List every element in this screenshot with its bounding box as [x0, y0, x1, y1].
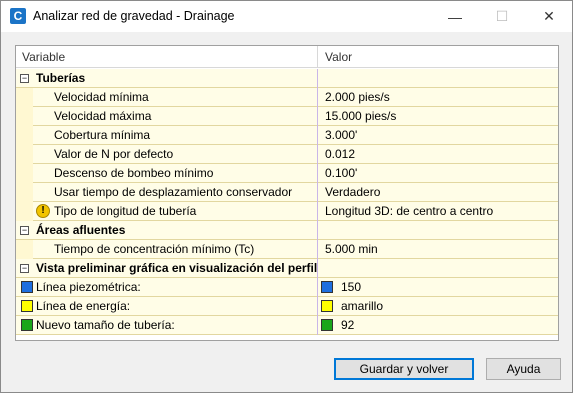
property-value[interactable]: amarillo: [341, 299, 383, 313]
property-value[interactable]: 150: [341, 280, 361, 294]
column-header-variable[interactable]: Variable: [22, 50, 65, 64]
color-property-row[interactable]: Nuevo tamaño de tubería: 92: [16, 316, 558, 335]
property-row[interactable]: Valor de N por defecto 0.012: [16, 145, 558, 164]
property-row[interactable]: Velocidad mínima 2.000 pies/s: [16, 88, 558, 107]
property-grid: Variable Valor − Tuberías Velocidad míni…: [15, 45, 559, 341]
property-value[interactable]: 3.000': [325, 128, 357, 142]
property-label: Valor de N por defecto: [54, 147, 174, 161]
color-swatch: [321, 300, 333, 312]
property-label: Nuevo tamaño de tubería:: [36, 318, 175, 332]
color-property-row[interactable]: Línea piezométrica: 150: [16, 278, 558, 297]
category-label: Vista preliminar gráfica en visualizació…: [36, 261, 318, 275]
color-swatch: [21, 281, 33, 293]
property-label: Tiempo de concentración mínimo (Tc): [54, 242, 255, 256]
property-row[interactable]: Descenso de bombeo mínimo 0.100': [16, 164, 558, 183]
close-button[interactable]: ✕: [526, 1, 572, 32]
property-label: Usar tiempo de desplazamiento conservado…: [54, 185, 293, 199]
property-row[interactable]: Usar tiempo de desplazamiento conservado…: [16, 183, 558, 202]
property-value[interactable]: 2.000 pies/s: [325, 90, 390, 104]
category-label: Tuberías: [36, 71, 86, 85]
property-row[interactable]: Velocidad máxima 15.000 pies/s: [16, 107, 558, 126]
dialog-window: C Analizar red de gravedad - Drainage — …: [0, 0, 573, 393]
color-swatch: [21, 300, 33, 312]
collapse-icon[interactable]: −: [20, 74, 29, 83]
warning-icon: !: [36, 204, 50, 218]
window-title: Analizar red de gravedad - Drainage: [33, 9, 235, 23]
color-swatch: [21, 319, 33, 331]
property-value[interactable]: 5.000 min: [325, 242, 378, 256]
maximize-button: ☐: [495, 8, 509, 24]
color-swatch: [321, 319, 333, 331]
civil3d-app-icon: C: [10, 8, 26, 24]
property-value[interactable]: 92: [341, 318, 354, 332]
title-bar: C Analizar red de gravedad - Drainage — …: [1, 1, 572, 32]
property-label: Línea de energía:: [36, 299, 131, 313]
property-value[interactable]: Verdadero: [325, 185, 380, 199]
property-label: Tipo de longitud de tubería: [54, 204, 197, 218]
property-label: Cobertura mínima: [54, 128, 151, 142]
category-tuberias[interactable]: − Tuberías: [16, 69, 558, 88]
category-vista-preliminar[interactable]: − Vista preliminar gráfica en visualizac…: [16, 259, 558, 278]
category-areas-afluentes[interactable]: − Áreas afluentes: [16, 221, 558, 240]
category-label: Áreas afluentes: [36, 223, 126, 237]
property-row[interactable]: Cobertura mínima 3.000': [16, 126, 558, 145]
property-value[interactable]: 0.012: [325, 147, 355, 161]
minimize-button[interactable]: —: [432, 1, 478, 32]
column-header-value[interactable]: Valor: [325, 50, 352, 64]
property-value[interactable]: 15.000 pies/s: [325, 109, 396, 123]
collapse-icon[interactable]: −: [20, 264, 29, 273]
color-swatch: [321, 281, 333, 293]
property-row[interactable]: Tiempo de concentración mínimo (Tc) 5.00…: [16, 240, 558, 259]
collapse-icon[interactable]: −: [20, 226, 29, 235]
property-label: Línea piezométrica:: [36, 280, 141, 294]
column-divider[interactable]: [317, 46, 318, 68]
save-and-return-button[interactable]: Guardar y volver: [334, 358, 474, 380]
property-label: Velocidad máxima: [54, 109, 152, 123]
property-label: Descenso de bombeo mínimo: [54, 166, 214, 180]
property-value[interactable]: Longitud 3D: de centro a centro: [325, 204, 493, 218]
property-label: Velocidad mínima: [54, 90, 149, 104]
grid-header: Variable Valor: [16, 46, 558, 68]
color-property-row[interactable]: Línea de energía: amarillo: [16, 297, 558, 316]
property-value[interactable]: 0.100': [325, 166, 357, 180]
help-button[interactable]: Ayuda: [486, 358, 561, 380]
property-row[interactable]: ! Tipo de longitud de tubería Longitud 3…: [16, 202, 558, 221]
